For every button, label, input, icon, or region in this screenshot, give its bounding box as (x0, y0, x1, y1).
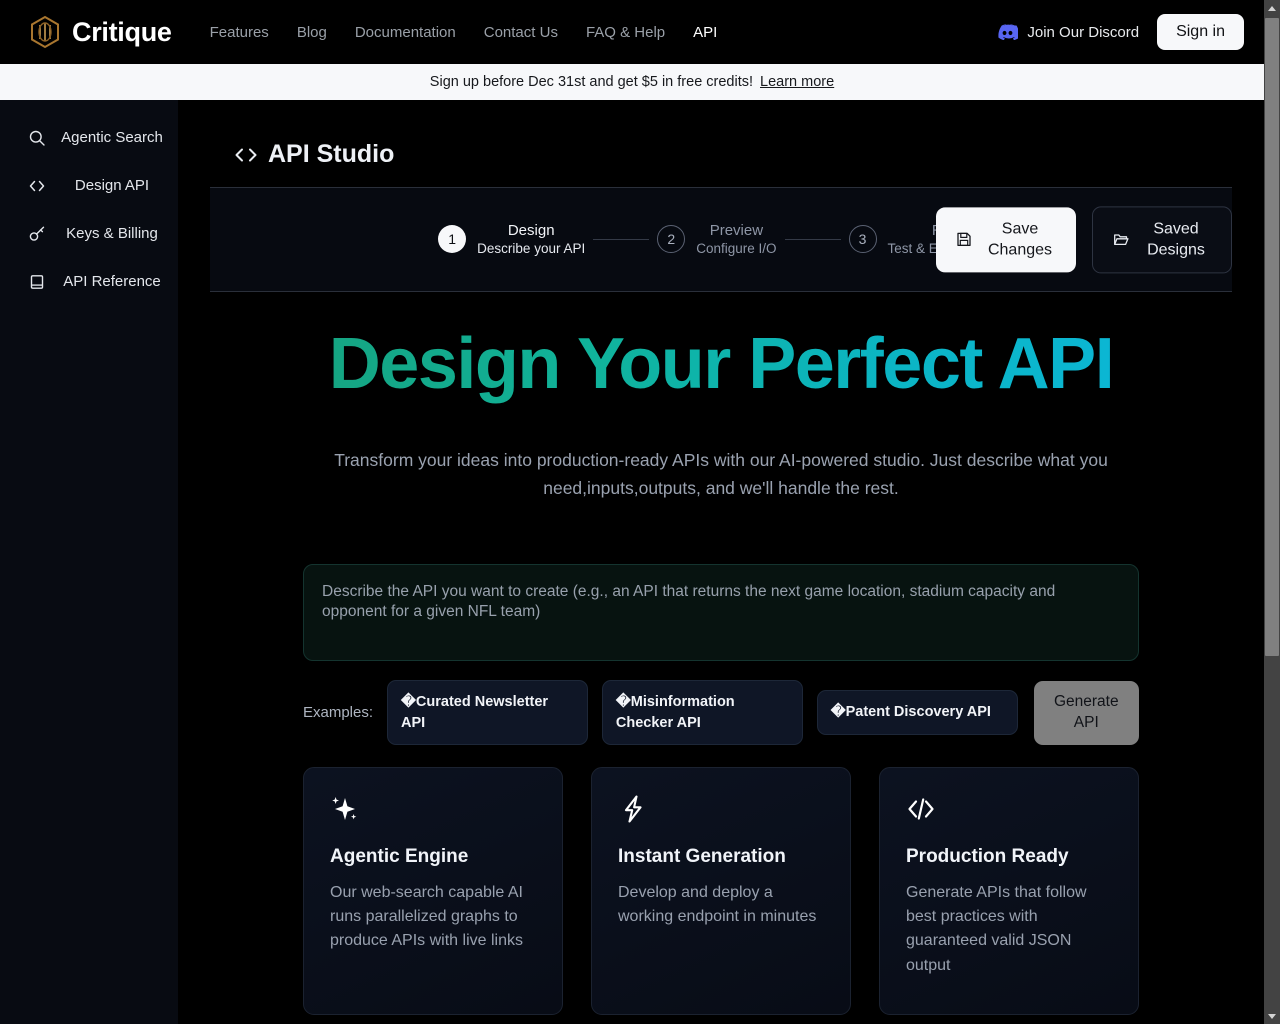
example-chip-patent-discovery-api[interactable]: �Patent Discovery API (816, 690, 1018, 735)
examples-row: Examples: �Curated Newsletter API �Misin… (303, 680, 1139, 746)
prompt-section: Examples: �Curated Newsletter API �Misin… (303, 564, 1139, 746)
search-icon (29, 130, 45, 146)
step-design-text: Design Describe your API (477, 221, 585, 257)
saved-designs-button[interactable]: Saved Designs (1092, 205, 1232, 274)
feature-card-title: Production Ready (906, 846, 1069, 868)
promo-banner: Sign up before Dec 31st and get $5 in fr… (0, 64, 1264, 100)
sidebar-item-design-api[interactable]: Design API (0, 162, 178, 210)
join-discord-link[interactable]: Join Our Discord (997, 24, 1139, 41)
step-number-badge-1: 1 (438, 225, 467, 254)
api-description-input[interactable] (303, 564, 1139, 661)
discord-icon (998, 24, 1019, 40)
saved-designs-label: Saved Designs (1147, 219, 1205, 259)
scroll-down-arrow-icon (1268, 1013, 1276, 1019)
feature-card-title: Agentic Engine (330, 846, 469, 868)
example-chip-curated-newsletter-api[interactable]: �Curated Newsletter API (387, 680, 588, 746)
sidebar-label-api-reference: API Reference (63, 273, 161, 291)
example-chip-label: Misinformation Checker API (615, 694, 735, 731)
book-icon (30, 275, 44, 289)
example-chip-icon: � (830, 704, 846, 721)
hero-section: Design Your Perfect API Transform your i… (178, 328, 1264, 502)
step-design[interactable]: 1 Design Describe your API (438, 221, 585, 257)
key-icon (29, 226, 45, 241)
app-root: Critique Features Blog Documentation Con… (0, 0, 1280, 1024)
save-changes-label: Save Changes (987, 219, 1053, 259)
step-number-badge-3: 3 (848, 225, 877, 254)
step-preview[interactable]: 2 Preview Configure I/O (657, 221, 777, 257)
feature-card-agentic-engine: Agentic Engine Our web-search capable AI… (303, 767, 563, 1016)
hexagon-logo-icon (31, 15, 59, 49)
step-preview-sub: Configure I/O (696, 241, 777, 257)
sidebar: Agentic Search Design API Keys & Billing… (0, 100, 178, 1024)
scroll-up-button[interactable] (1264, 0, 1280, 16)
feature-card-instant-generation: Instant Generation Develop and deploy a … (591, 767, 851, 1016)
promo-banner-text: Sign up before Dec 31st and get $5 in fr… (429, 74, 754, 90)
folder-open-icon (1114, 234, 1129, 246)
code-brackets-icon (235, 148, 257, 161)
main-content: API Studio 1 Design Describe your API 2 … (178, 100, 1264, 1024)
example-chip-misinformation-checker-api[interactable]: �Misinformation Checker API (601, 680, 803, 746)
hero-subtitle: Transform your ideas into production-rea… (334, 450, 1108, 498)
nav-links: Features Blog Documentation Contact Us F… (210, 24, 718, 41)
scrollbar-thumb[interactable] (1265, 18, 1279, 656)
feature-card-desc: Generate APIs that follow best practices… (906, 884, 1087, 974)
vertical-scrollbar[interactable] (1264, 0, 1280, 1024)
page-title: API Studio (268, 140, 395, 168)
top-navigation-bar: Critique Features Blog Documentation Con… (0, 0, 1264, 64)
join-discord-label: Join Our Discord (1027, 23, 1140, 41)
step-preview-name: Preview (709, 222, 764, 240)
sidebar-item-agentic-search[interactable]: Agentic Search (0, 114, 178, 162)
lightning-bolt-icon (624, 795, 642, 823)
sidebar-item-keys-billing[interactable]: Keys & Billing (0, 210, 178, 258)
scroll-down-button[interactable] (1264, 1008, 1280, 1024)
nav-link-contact-us[interactable]: Contact Us (484, 24, 558, 41)
brand-name: Critique (72, 16, 172, 47)
sidebar-label-design-api: Design API (74, 177, 150, 195)
workflow-steps: 1 Design Describe your API 2 Preview Con… (438, 221, 1004, 257)
step-connector-1 (593, 238, 650, 240)
sparkles-icon (332, 797, 357, 821)
feature-card-desc: Our web-search capable AI runs paralleli… (330, 884, 523, 950)
feature-card-title: Instant Generation (618, 846, 786, 868)
nav-link-blog[interactable]: Blog (297, 24, 327, 41)
nav-link-faq-help[interactable]: FAQ & Help (586, 24, 665, 41)
sidebar-label-agentic-search: Agentic Search (61, 129, 163, 147)
nav-link-api[interactable]: API (693, 24, 717, 41)
api-studio-header: API Studio (178, 100, 1264, 169)
nav-link-features[interactable]: Features (210, 24, 269, 41)
step-preview-text: Preview Configure I/O (696, 221, 776, 257)
brand-logo[interactable]: Critique (28, 15, 172, 49)
feature-cards: Agentic Engine Our web-search capable AI… (303, 767, 1139, 1016)
sidebar-item-api-reference[interactable]: API Reference (0, 258, 178, 306)
code-brackets-icon (29, 180, 45, 192)
code-slash-icon (908, 798, 934, 820)
promo-banner-learn-more-link[interactable]: Learn more (760, 74, 834, 90)
nav-link-documentation[interactable]: Documentation (355, 24, 456, 41)
hero-title: Design Your Perfect API (291, 328, 1151, 424)
step-number-badge-2: 2 (657, 225, 686, 254)
example-chip-label: Curated Newsletter API (401, 694, 549, 731)
step-connector-2 (784, 238, 841, 240)
examples-label: Examples: (303, 704, 374, 722)
generate-api-button[interactable]: Generate API (1033, 680, 1139, 745)
sign-in-button[interactable]: Sign in (1157, 14, 1244, 50)
floppy-disk-icon (957, 232, 971, 247)
sidebar-label-keys-billing: Keys & Billing (66, 225, 158, 243)
example-chip-icon: � (615, 694, 631, 710)
scroll-up-arrow-icon (1268, 5, 1276, 11)
save-changes-button[interactable]: Save Changes (936, 206, 1076, 273)
nav-right-group: Join Our Discord Sign in (997, 14, 1244, 50)
workflow-stepper-bar: 1 Design Describe your API 2 Preview Con… (210, 187, 1232, 292)
example-chip-icon: � (401, 694, 416, 710)
feature-card-desc: Develop and deploy a working endpoint in… (618, 884, 817, 926)
stepper-actions: Save Changes Saved Designs (936, 205, 1232, 274)
example-chip-label: Patent Discovery API (845, 704, 991, 721)
feature-card-production-ready: Production Ready Generate APIs that foll… (879, 767, 1139, 1016)
step-design-sub: Describe your API (477, 241, 586, 257)
step-design-name: Design (507, 222, 555, 240)
